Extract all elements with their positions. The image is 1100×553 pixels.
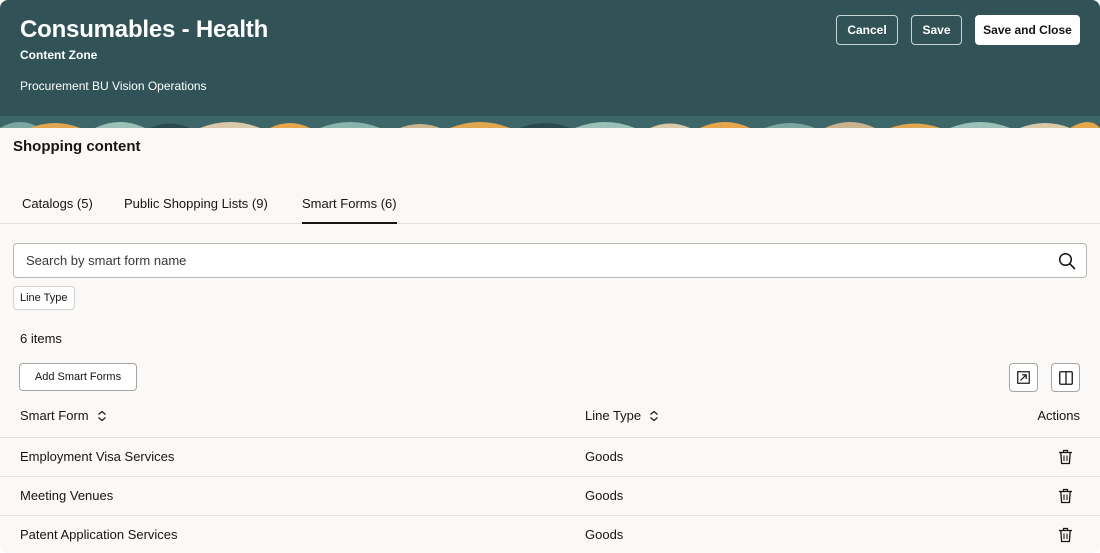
sort-icon [97, 410, 106, 421]
column-layout-button[interactable] [1051, 363, 1080, 392]
page-subtitle: Content Zone [20, 48, 98, 62]
bu-label: Procurement BU [20, 79, 109, 93]
line-type-value: Goods [585, 527, 624, 542]
table-header: Smart Form Line Type Actions [0, 398, 1100, 438]
delete-icon[interactable] [1058, 449, 1073, 465]
smart-form-name: Patent Application Services [20, 527, 178, 542]
sort-icon [650, 410, 659, 421]
column-header-line-type[interactable]: Line Type [585, 408, 659, 423]
line-type-value: Goods [585, 449, 624, 464]
smart-form-name: Employment Visa Services [20, 449, 175, 464]
page-title: Consumables - Health [20, 16, 269, 43]
filter-chip-line-type[interactable]: Line Type [13, 286, 75, 310]
search-icon[interactable] [1058, 252, 1076, 270]
delete-icon[interactable] [1058, 488, 1073, 504]
tab-bar: Catalogs (5) Public Shopping Lists (9) S… [0, 186, 1100, 224]
search-input[interactable] [26, 244, 1026, 277]
search-box [13, 243, 1087, 278]
item-count: 6 items [20, 331, 62, 346]
tab-smart-forms[interactable]: Smart Forms (6) [302, 186, 397, 224]
add-smart-forms-button[interactable]: Add Smart Forms [19, 363, 137, 391]
column-header-actions: Actions [1037, 408, 1080, 423]
bu-value: Vision Operations [112, 79, 207, 93]
save-button[interactable]: Save [911, 15, 962, 45]
tab-public-shopping-lists[interactable]: Public Shopping Lists (9) [124, 186, 268, 223]
export-icon [1017, 371, 1030, 384]
business-unit-line: Procurement BU Vision Operations [20, 79, 207, 93]
header-decorative-pattern [0, 116, 1100, 128]
save-and-close-button[interactable]: Save and Close [975, 15, 1080, 45]
column-header-smart-form[interactable]: Smart Form [20, 408, 107, 423]
app-window: Consumables - Health Content Zone Procur… [0, 0, 1100, 553]
export-button[interactable] [1009, 363, 1038, 392]
delete-icon[interactable] [1058, 527, 1073, 543]
line-type-value: Goods [585, 488, 624, 503]
smart-form-name: Meeting Venues [20, 488, 114, 503]
page-header: Consumables - Health Content Zone Procur… [0, 0, 1100, 128]
table-row[interactable]: Meeting Venues Goods [0, 477, 1100, 516]
tab-catalogs[interactable]: Catalogs (5) [22, 186, 93, 223]
cancel-button[interactable]: Cancel [836, 15, 898, 45]
columns-icon [1058, 370, 1073, 385]
table-row[interactable]: Patent Application Services Goods [0, 516, 1100, 553]
table-row[interactable]: Employment Visa Services Goods [0, 438, 1100, 477]
section-title: Shopping content [13, 138, 141, 155]
